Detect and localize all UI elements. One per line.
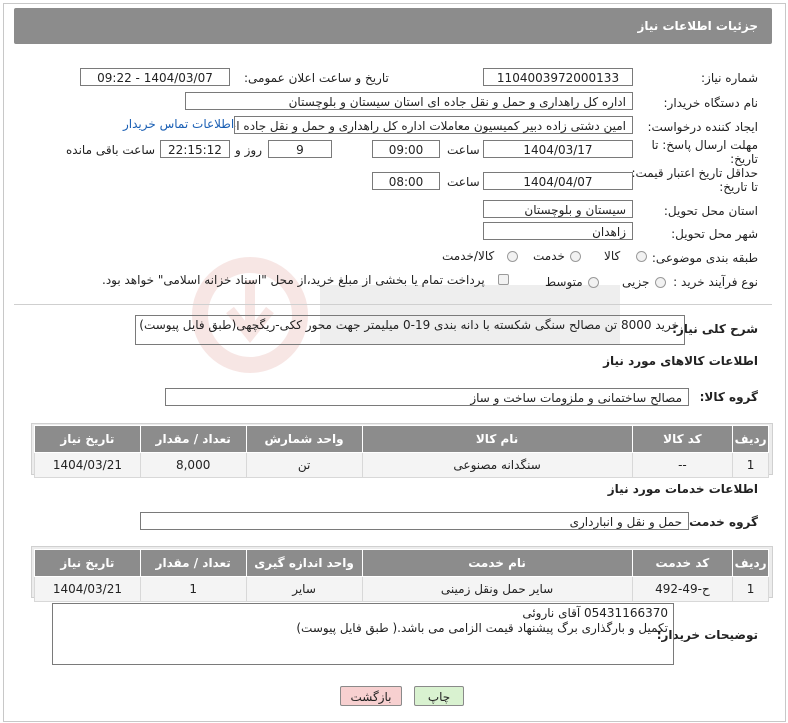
category-goods-label: کالا	[604, 249, 621, 263]
send-time-label: ساعت	[447, 143, 480, 157]
need-number-label: شماره نیاز:	[701, 71, 758, 85]
province-field: سیستان و بلوچستان	[483, 200, 633, 218]
page-title: جزئیات اطلاعات نیاز	[637, 19, 758, 33]
goods-col-name: نام کالا	[361, 425, 633, 453]
category-label: طبقه بندی موضوعی:	[651, 251, 758, 265]
days-field: 9	[268, 140, 332, 158]
process-minor-radio[interactable]	[655, 277, 666, 288]
services-cell-date: 1404/03/21	[34, 576, 141, 602]
need-number-field: 1104003972000133	[483, 68, 633, 86]
goods-group-field: مصالح ساختمانی و ملزومات ساخت و ساز	[165, 388, 689, 406]
buyer-notes-textarea[interactable]: 05431166370 آقای ناروئی تکمیل و بارگذاری…	[52, 603, 674, 665]
category-goods-radio[interactable]	[636, 251, 647, 262]
payment-note: پرداخت تمام یا بخشی از مبلغ خرید،از محل …	[102, 273, 485, 287]
price-deadline-label-date: تا تاریخ:	[719, 180, 758, 194]
services-col-unit: واحد اندازه گیری	[245, 549, 363, 577]
category-service-radio[interactable]	[570, 251, 581, 262]
process-medium-radio[interactable]	[588, 277, 599, 288]
announce-field: 1404/03/07 - 09:22	[80, 68, 230, 86]
buyer-contact-link[interactable]: اطلاعات تماس خریدار	[123, 117, 234, 131]
services-group-field: حمل و نقل و انبارداری	[140, 512, 689, 530]
process-medium-label: متوسط	[545, 275, 583, 289]
goods-cell-unit: تن	[245, 452, 363, 478]
services-group-label: گروه خدمت:	[684, 515, 758, 529]
process-minor-label: جزیی	[622, 275, 650, 289]
price-deadline-label: حداقل تاریخ اعتبار قیمت:	[631, 166, 758, 180]
services-cell-code: ح-49-492	[631, 576, 734, 602]
buyer-org-field: اداره کل راهداری و حمل و نقل جاده ای است…	[185, 92, 633, 110]
back-button[interactable]: بازگشت	[340, 686, 402, 706]
province-label: استان محل تحویل:	[663, 204, 758, 218]
goods-section-title: اطلاعات کالاهای مورد نیاز	[603, 354, 758, 368]
price-date-field: 1404/04/07	[483, 172, 633, 190]
divider	[14, 304, 772, 305]
goods-cell-code: --	[631, 452, 734, 478]
days-label: روز و	[235, 143, 262, 157]
goods-cell-qty: 8,000	[139, 452, 247, 478]
treasury-payment-checkbox[interactable]	[498, 274, 509, 285]
services-col-date: تاریخ نیاز	[34, 549, 141, 577]
goods-col-qty: تعداد / مقدار	[139, 425, 247, 453]
send-time-field: 09:00	[372, 140, 440, 158]
creator-field: امین دشتی زاده دبیر کمیسیون معاملات ادار…	[234, 116, 633, 134]
city-label: شهر محل تحویل:	[671, 227, 758, 241]
services-cell-unit: سایر	[245, 576, 363, 602]
creator-label: ایجاد کننده درخواست:	[647, 120, 758, 134]
send-deadline-label-date: تاریخ:	[730, 152, 758, 166]
goods-cell-row: 1	[732, 452, 769, 478]
services-col-code: کد خدمت	[631, 549, 734, 577]
buyer-org-label: نام دستگاه خریدار:	[663, 96, 759, 110]
send-date-field: 1404/03/17	[483, 140, 633, 158]
buyer-notes-line2: تکمیل و بارگذاری برگ پیشنهاد قیمت الزامی…	[296, 621, 668, 635]
services-cell-row: 1	[732, 576, 769, 602]
services-col-qty: تعداد / مقدار	[139, 549, 247, 577]
goods-col-date: تاریخ نیاز	[34, 425, 141, 453]
city-field: زاهدان	[483, 222, 633, 240]
price-time-field: 08:00	[372, 172, 440, 190]
process-label: نوع فرآیند خرید :	[673, 275, 758, 289]
price-time-label: ساعت	[447, 175, 480, 189]
goods-col-row: ردیف	[732, 425, 769, 453]
services-section-title: اطلاعات خدمات مورد نیاز	[607, 482, 758, 496]
category-goods-service-radio[interactable]	[507, 251, 518, 262]
send-deadline-label: مهلت ارسال پاسخ: تا	[651, 138, 758, 152]
goods-col-unit: واحد شمارش	[245, 425, 363, 453]
table-row: 1 ح-49-492 سایر حمل ونقل زمینی سایر 1 14…	[34, 576, 769, 602]
category-goods-service-label: کالا/خدمت	[442, 249, 495, 263]
category-service-label: خدمت	[533, 249, 565, 263]
description-textarea[interactable]: خرید 8000 تن مصالح سنگی شکسته با دانه بن…	[135, 315, 685, 345]
services-col-row: ردیف	[732, 549, 769, 577]
services-cell-name: سایر حمل ونقل زمینی	[361, 576, 633, 602]
goods-table: ردیف کد کالا نام کالا واحد شمارش تعداد /…	[34, 425, 769, 478]
page-header: جزئیات اطلاعات نیاز	[14, 8, 772, 44]
table-row: 1 -- سنگدانه مصنوعی تن 8,000 1404/03/21	[34, 452, 769, 478]
services-cell-qty: 1	[139, 576, 247, 602]
goods-group-label: گروه کالا:	[699, 390, 758, 404]
buyer-notes-line1: 05431166370 آقای ناروئی	[522, 606, 668, 620]
remaining-label: ساعت باقی مانده	[66, 143, 156, 157]
services-col-name: نام خدمت	[361, 549, 633, 577]
goods-cell-date: 1404/03/21	[34, 452, 141, 478]
remaining-time-field: 22:15:12	[160, 140, 230, 158]
services-table: ردیف کد خدمت نام خدمت واحد اندازه گیری ت…	[34, 549, 769, 602]
goods-cell-name: سنگدانه مصنوعی	[361, 452, 633, 478]
goods-col-code: کد کالا	[631, 425, 734, 453]
print-button[interactable]: چاپ	[414, 686, 464, 706]
announce-label: تاریخ و ساعت اعلان عمومی:	[244, 71, 389, 85]
